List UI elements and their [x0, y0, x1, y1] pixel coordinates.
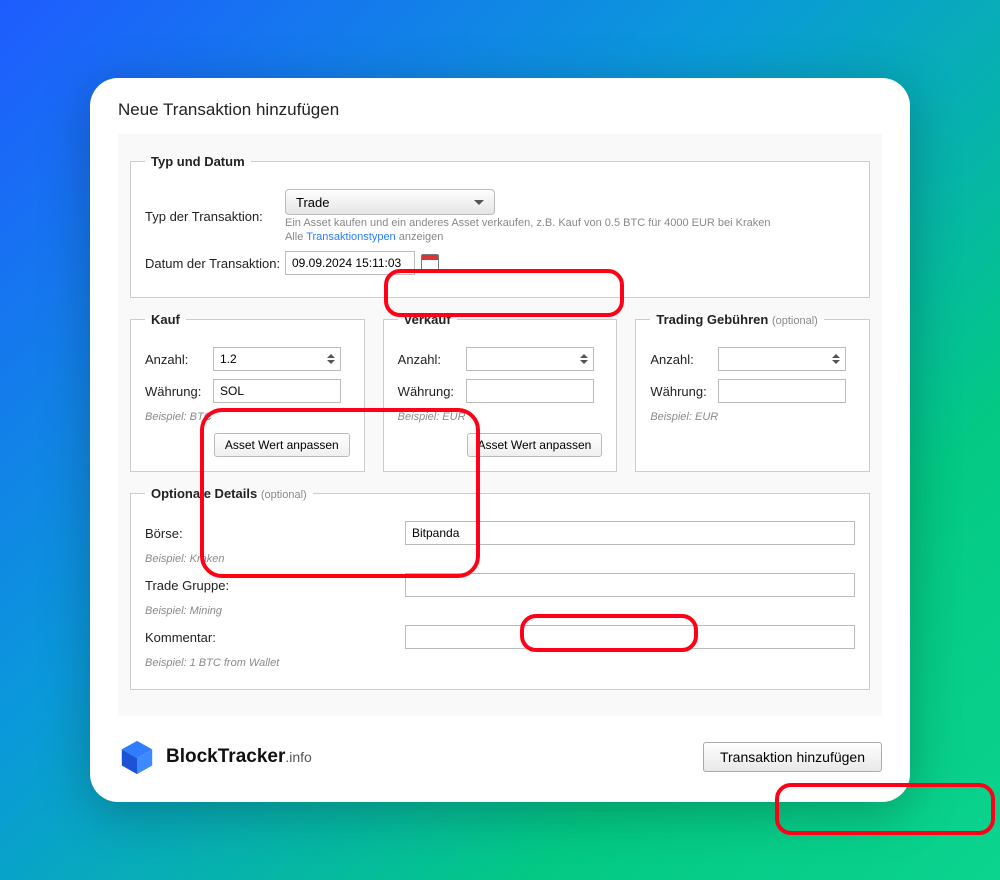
kommentar-example: Beispiel: 1 BTC from Wallet — [145, 657, 855, 669]
details-legend: Optionale Details (optional) — [145, 486, 313, 501]
verkauf-legend: Verkauf — [398, 312, 457, 327]
kauf-adjust-button[interactable]: Asset Wert anpassen — [214, 433, 350, 457]
gruppe-input[interactable] — [405, 573, 855, 597]
verkauf-waehrung-input[interactable] — [466, 379, 594, 403]
kauf-legend: Kauf — [145, 312, 186, 327]
transaction-date-label: Datum der Transaktion: — [145, 256, 285, 271]
transaction-type-select[interactable]: Trade — [285, 189, 495, 215]
transaction-type-show-all: Alle Transaktionstypen anzeigen — [285, 231, 771, 243]
footer: BlockTracker.info Transaktion hinzufügen — [118, 716, 882, 776]
submit-button[interactable]: Transaktion hinzufügen — [703, 742, 882, 772]
gebuehren-anzahl-input[interactable] — [718, 347, 846, 371]
add-transaction-window: Neue Transaktion hinzufügen Typ und Datu… — [90, 78, 910, 802]
verkauf-fieldset: Verkauf Anzahl: Währung: Beispiel: EUR A… — [383, 312, 618, 472]
gebuehren-legend: Trading Gebühren (optional) — [650, 312, 823, 327]
kauf-waehrung-input[interactable] — [213, 379, 341, 403]
trade-columns: Kauf Anzahl: Währung: Beispiel: BTC Asse… — [130, 302, 870, 476]
calendar-icon[interactable] — [421, 254, 439, 272]
gebuehren-example: Beispiel: EUR — [650, 411, 855, 423]
transaction-date-input[interactable] — [285, 251, 415, 275]
transaction-type-helper: Ein Asset kaufen und ein anderes Asset v… — [285, 217, 771, 229]
gruppe-label: Trade Gruppe: — [145, 578, 405, 593]
gebuehren-waehrung-input[interactable] — [718, 379, 846, 403]
transaction-date-row: Datum der Transaktion: — [145, 251, 855, 275]
gebuehren-waehrung-label: Währung: — [650, 384, 718, 399]
transaction-types-link[interactable]: Transaktionstypen — [306, 231, 395, 243]
stepper-icon[interactable] — [327, 350, 337, 368]
window-title: Neue Transaktion hinzufügen — [118, 100, 882, 120]
type-date-legend: Typ und Datum — [145, 154, 251, 169]
stepper-icon[interactable] — [832, 350, 842, 368]
verkauf-waehrung-label: Währung: — [398, 384, 466, 399]
cube-icon — [118, 738, 156, 776]
kauf-example: Beispiel: BTC — [145, 411, 350, 423]
brand-name: BlockTracker.info — [166, 746, 312, 768]
kauf-anzahl-input[interactable] — [213, 347, 341, 371]
kommentar-label: Kommentar: — [145, 630, 405, 645]
verkauf-example: Beispiel: EUR — [398, 411, 603, 423]
kauf-anzahl-label: Anzahl: — [145, 352, 213, 367]
boerse-label: Börse: — [145, 526, 405, 541]
stepper-icon[interactable] — [580, 350, 590, 368]
gebuehren-anzahl-label: Anzahl: — [650, 352, 718, 367]
gruppe-example: Beispiel: Mining — [145, 605, 855, 617]
content-area: Typ und Datum Typ der Transaktion: Trade… — [118, 134, 882, 716]
verkauf-anzahl-input[interactable] — [466, 347, 594, 371]
transaction-type-label: Typ der Transaktion: — [145, 209, 285, 224]
kauf-fieldset: Kauf Anzahl: Währung: Beispiel: BTC Asse… — [130, 312, 365, 472]
gebuehren-fieldset: Trading Gebühren (optional) Anzahl: Währ… — [635, 312, 870, 472]
chevron-down-icon — [474, 200, 484, 205]
boerse-example: Beispiel: Kraken — [145, 553, 855, 565]
highlight-annotation — [775, 783, 995, 835]
verkauf-adjust-button[interactable]: Asset Wert anpassen — [467, 433, 603, 457]
details-fieldset: Optionale Details (optional) Börse: Beis… — [130, 486, 870, 690]
transaction-type-row: Typ der Transaktion: Trade Ein Asset kau… — [145, 189, 855, 243]
type-date-fieldset: Typ und Datum Typ der Transaktion: Trade… — [130, 154, 870, 298]
kauf-waehrung-label: Währung: — [145, 384, 213, 399]
kommentar-input[interactable] — [405, 625, 855, 649]
verkauf-anzahl-label: Anzahl: — [398, 352, 466, 367]
transaction-type-value: Trade — [296, 195, 329, 210]
brand: BlockTracker.info — [118, 738, 312, 776]
boerse-input[interactable] — [405, 521, 855, 545]
